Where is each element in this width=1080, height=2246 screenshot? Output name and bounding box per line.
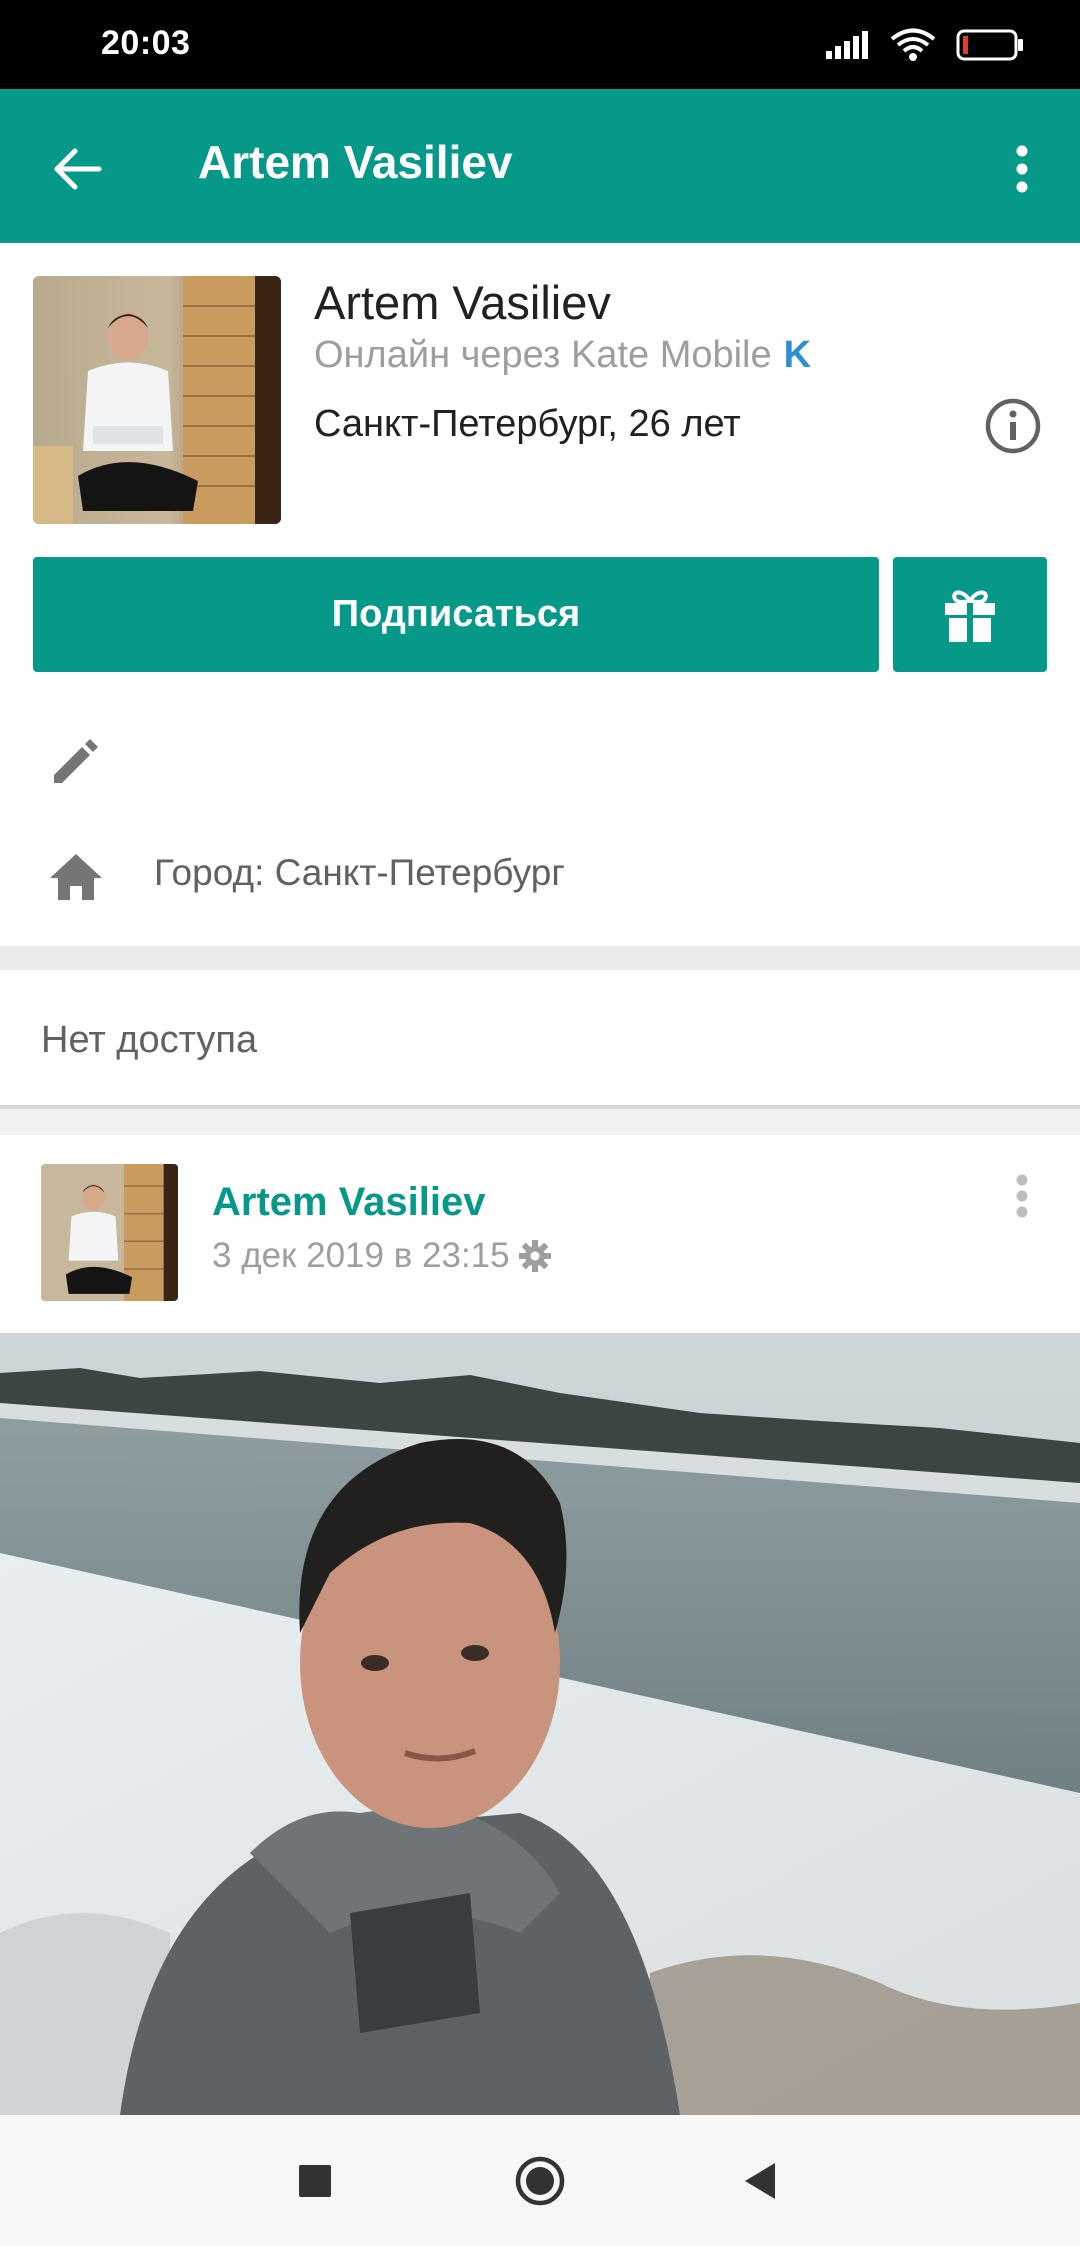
recents-square-icon <box>299 2165 331 2197</box>
overflow-menu-button[interactable] <box>992 131 1052 207</box>
status-bar: 20:03 <box>0 0 1080 89</box>
city-row: Город: Санкт-Петербург <box>0 840 1080 910</box>
more-vert-icon <box>1016 1174 1028 1218</box>
online-status-text: Онлайн через Kate Mobile <box>314 334 772 376</box>
profile-avatar[interactable] <box>33 276 281 524</box>
online-status: Онлайн через Kate Mobile K <box>314 334 811 377</box>
avatar-photo <box>41 1164 178 1301</box>
back-triangle-icon <box>745 2163 775 2199</box>
section-divider <box>0 1109 1080 1135</box>
home-icon <box>50 854 102 900</box>
no-access-text: Нет доступа <box>41 1019 258 1061</box>
arrow-back-icon <box>54 148 102 190</box>
gear-icon <box>518 1240 551 1272</box>
pencil-icon <box>54 739 98 783</box>
post-date-text: 3 дек 2019 в 23:15 <box>212 1236 510 1275</box>
page-title: Artem Vasiliev <box>198 136 513 188</box>
post-author-name[interactable]: Artem Vasiliev <box>212 1180 486 1225</box>
edit-status-button[interactable] <box>46 731 106 791</box>
post-photo[interactable] <box>0 1333 1080 2115</box>
home-circle-icon <box>515 2156 565 2206</box>
home-button[interactable] <box>504 2145 576 2217</box>
city-text: Город: Санкт-Петербург <box>154 852 565 893</box>
post-image <box>0 1333 1080 2115</box>
app-bar: Artem Vasiliev <box>0 89 1080 243</box>
back-button[interactable] <box>40 131 116 207</box>
status-icons <box>826 28 1024 62</box>
info-icon <box>985 398 1041 454</box>
more-vert-icon <box>1016 145 1028 193</box>
gift-icon <box>945 590 995 643</box>
recents-button[interactable] <box>279 2145 351 2217</box>
wifi-icon <box>890 28 936 61</box>
profile-location-age: Санкт-Петербург, 26 лет <box>314 403 741 445</box>
subscribe-button[interactable]: Подписаться <box>33 557 879 672</box>
signal-icon <box>826 31 868 59</box>
avatar-photo <box>33 276 281 524</box>
system-nav-bar <box>0 2115 1080 2246</box>
section-divider <box>0 946 1080 970</box>
system-back-button[interactable] <box>724 2145 796 2217</box>
kate-mobile-icon: K <box>783 334 812 376</box>
post-date: 3 дек 2019 в 23:15 <box>212 1236 552 1276</box>
info-button[interactable] <box>983 396 1043 456</box>
gift-button[interactable] <box>893 557 1047 672</box>
status-time: 20:03 <box>101 24 191 62</box>
post-author-avatar[interactable] <box>41 1164 178 1301</box>
battery-icon <box>956 29 1023 61</box>
profile-name: Artem Vasiliev <box>314 276 611 329</box>
post-menu-button[interactable] <box>1006 1170 1038 1230</box>
